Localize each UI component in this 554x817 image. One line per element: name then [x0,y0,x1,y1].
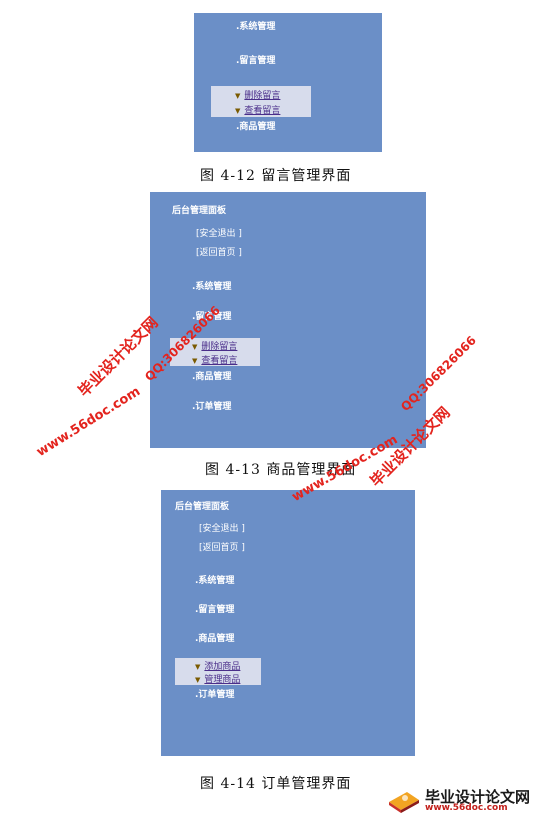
submenu-item-add-goods[interactable]: ▼ 添加商品 [195,659,240,672]
arrow-down-icon: ▼ [195,676,201,684]
submenu-item-delete-message[interactable]: ▼ 删除留言 [235,88,280,101]
menu-goods[interactable]: .商品管理 [192,369,231,382]
panel-title: 后台管理面板 [172,206,227,216]
submenu-item-view-message[interactable]: ▼ 查看留言 [192,353,237,366]
arrow-down-icon: ▼ [192,357,198,365]
menu-message[interactable]: .留言管理 [195,602,234,615]
home-link[interactable]: [返回首页 ] [199,540,245,553]
menu-system[interactable]: .系统管理 [236,19,275,32]
arrow-down-icon: ▼ [192,343,198,351]
submenu-item-manage-goods[interactable]: ▼ 管理商品 [195,672,240,685]
submenu-item-view-message[interactable]: ▼ 查看留言 [235,103,280,116]
watermark-site-name: 毕业设计论文网 [74,313,162,401]
menu-message[interactable]: .留言管理 [236,53,275,66]
menu-goods[interactable]: .商品管理 [236,119,275,132]
logout-link[interactable]: [安全退出 ] [196,226,242,239]
screenshot-panel-order-admin: 后台管理面板 [安全退出 ] [返回首页 ] .系统管理 .留言管理 .商品管理… [161,490,415,756]
submenu-item-delete-message[interactable]: ▼ 删除留言 [192,339,237,352]
submenu-message: ▼ 删除留言 ▼ 查看留言 [211,86,311,117]
screenshot-panel-goods-admin: 后台管理面板 [安全退出 ] [返回首页 ] .系统管理 .留言管理 ▼ 删除留言… [150,192,426,448]
menu-orders[interactable]: .订单管理 [192,399,231,412]
menu-system[interactable]: .系统管理 [195,573,234,586]
figure-caption: 图 4-12 留言管理界面 [200,168,352,184]
site-logo: 毕业设计论文网 www.56doc.com [385,786,550,814]
menu-orders[interactable]: .订单管理 [195,687,234,700]
arrow-down-icon: ▼ [235,107,241,115]
screenshot-panel-message-admin: .系统管理 .留言管理 ▼ 删除留言 ▼ 查看留言 .商品管理 [194,13,382,152]
logout-link[interactable]: [安全退出 ] [199,521,245,534]
menu-goods[interactable]: .商品管理 [195,631,234,644]
logo-url: www.56doc.com [425,803,508,813]
arrow-down-icon: ▼ [235,92,241,100]
logo-icon [389,792,419,813]
figure-caption: 图 4-14 订单管理界面 [200,776,352,792]
arrow-down-icon: ▼ [195,663,201,671]
panel-title: 后台管理面板 [175,502,230,512]
menu-system[interactable]: .系统管理 [192,279,231,292]
home-link[interactable]: [返回首页 ] [196,245,242,258]
submenu-goods: ▼ 添加商品 ▼ 管理商品 [175,658,261,685]
